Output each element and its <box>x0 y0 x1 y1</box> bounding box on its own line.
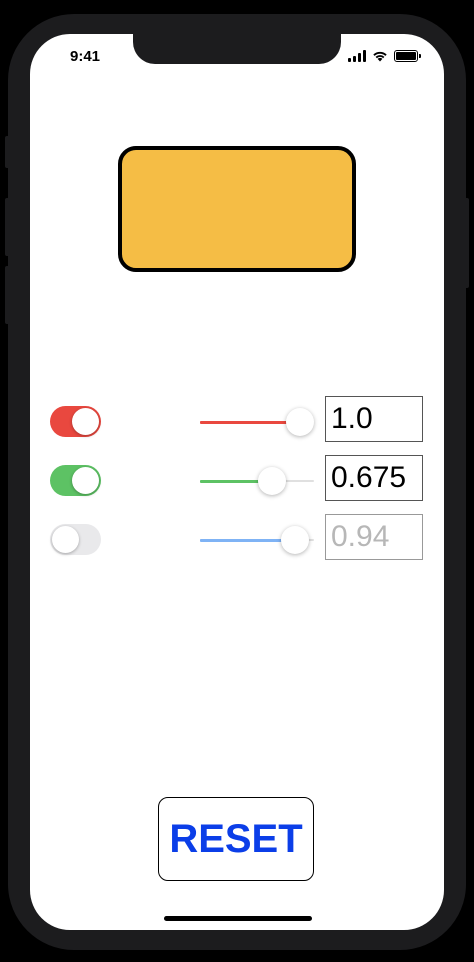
red-value-field[interactable]: 1.0 <box>325 396 423 442</box>
slider-thumb[interactable] <box>286 408 314 436</box>
volume-down-button <box>5 266 10 324</box>
home-indicator <box>164 916 312 921</box>
slider-thumb[interactable] <box>280 526 309 554</box>
channel-row-green: 0.675 <box>50 455 424 501</box>
channel-row-red: 1.0 <box>50 396 424 442</box>
wifi-icon <box>373 51 387 62</box>
status-icons <box>348 50 421 62</box>
status-time: 9:41 <box>70 48 101 65</box>
slider-fill <box>200 421 300 424</box>
green-value-field[interactable]: 0.675 <box>325 455 423 501</box>
volume-up-button <box>5 198 10 256</box>
battery-icon <box>394 50 421 62</box>
slider-thumb[interactable] <box>258 467 287 495</box>
red-slider[interactable] <box>200 408 314 436</box>
color-preview <box>118 146 356 272</box>
notch <box>133 34 341 64</box>
cellular-signal-icon <box>348 50 366 62</box>
toggle-knob <box>52 526 79 553</box>
blue-toggle[interactable] <box>50 524 101 555</box>
red-toggle[interactable] <box>50 406 101 437</box>
green-toggle[interactable] <box>50 465 101 496</box>
toggle-knob <box>72 408 99 435</box>
reset-button[interactable]: RESET <box>158 797 314 881</box>
channel-row-blue: 0.94 <box>50 514 424 560</box>
blue-value-field[interactable]: 0.94 <box>325 514 423 560</box>
blue-slider[interactable] <box>200 526 314 554</box>
app-screen: 9:41 1.0 0.675 0.94 RESET <box>30 34 444 930</box>
power-button <box>464 198 469 288</box>
toggle-knob <box>72 467 99 494</box>
mute-switch <box>5 136 10 168</box>
green-slider[interactable] <box>200 467 314 495</box>
